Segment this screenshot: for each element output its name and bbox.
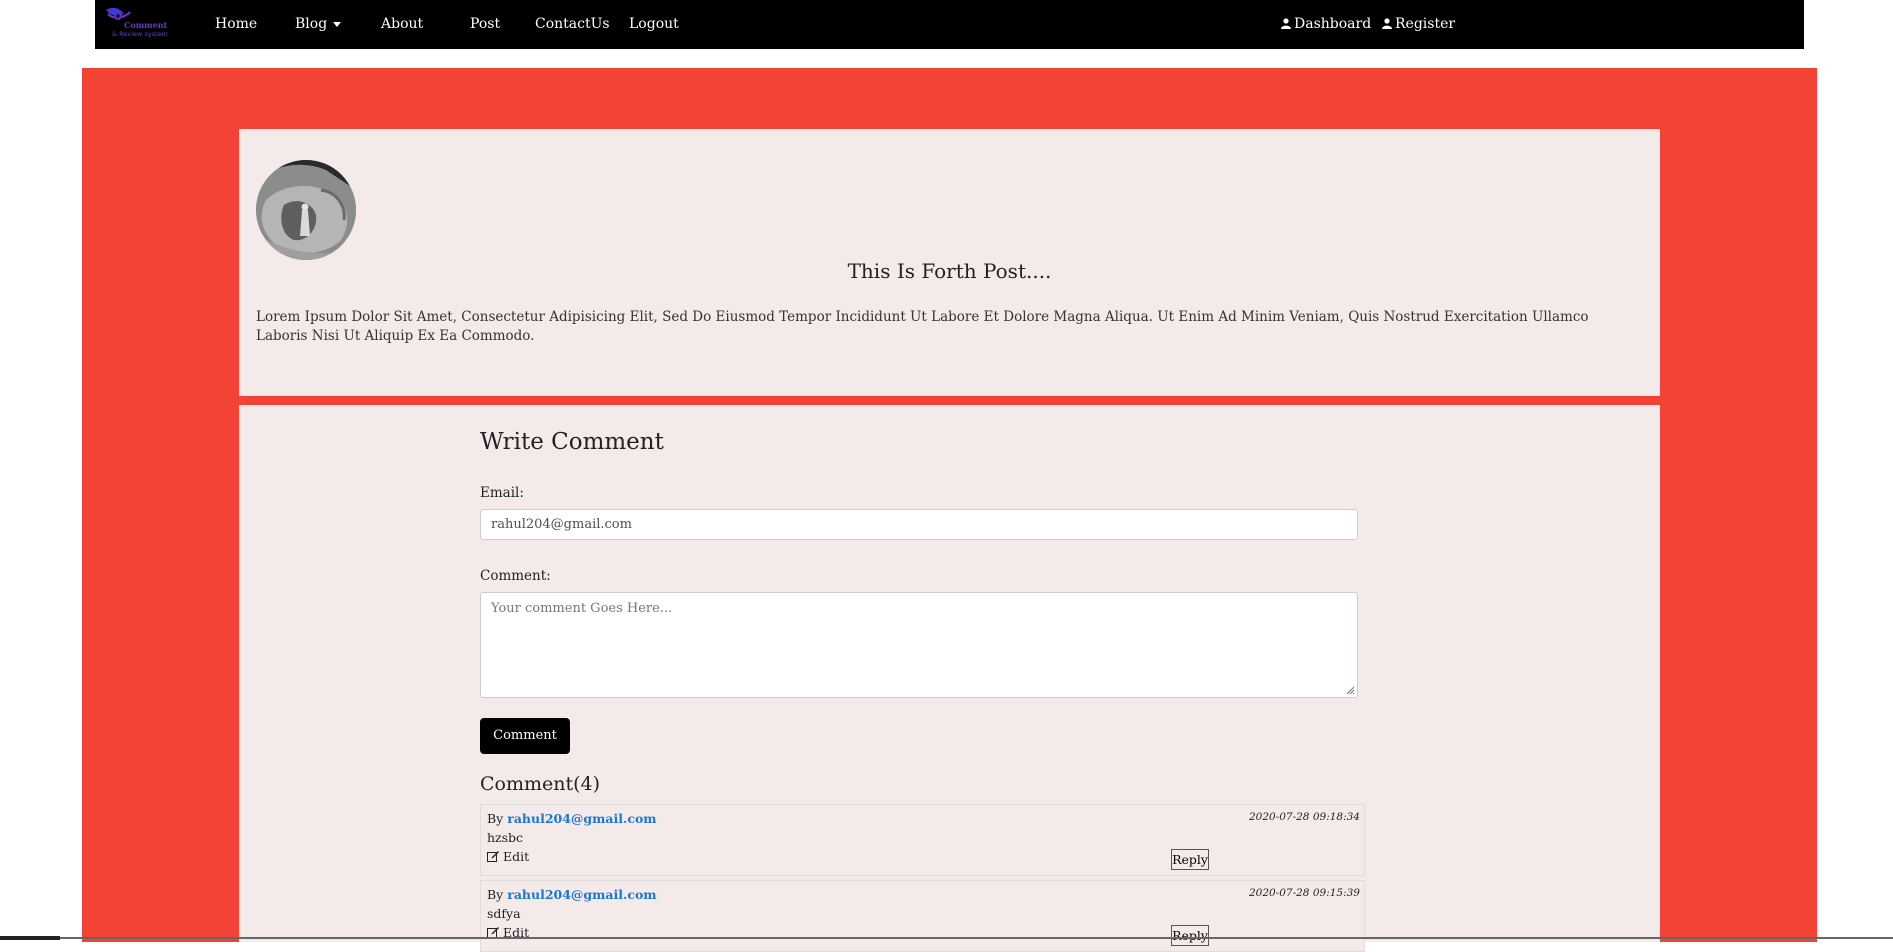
edit-label: Edit	[503, 849, 530, 864]
nav-contactus-label: ContactUs	[535, 16, 610, 32]
post-image	[256, 160, 356, 260]
nav-post[interactable]: Post	[470, 0, 500, 49]
email-label: Email:	[480, 485, 524, 501]
comments-count-heading: Comment(4)	[480, 773, 601, 795]
comment-placeholder: Your comment Goes Here...	[491, 601, 673, 616]
post-body: Lorem Ipsum Dolor Sit Amet, Consectetur …	[256, 309, 1589, 344]
user-icon	[1382, 18, 1392, 29]
nav-about-label: About	[381, 16, 424, 32]
comment-label: Comment:	[480, 568, 551, 584]
comment-author-link[interactable]: rahul204@gmail.com	[507, 887, 656, 902]
edit-icon	[487, 851, 499, 862]
by-label: By	[487, 811, 504, 826]
horizontal-scrollbar[interactable]	[0, 937, 1893, 939]
nav-logout-label: Logout	[629, 16, 679, 32]
comment-textarea[interactable]: Your comment Goes Here...	[480, 592, 1358, 698]
submit-comment-button[interactable]: Comment	[480, 718, 570, 754]
nav-dashboard[interactable]: Dashboard	[1281, 0, 1371, 49]
post-title: This Is Forth Post....	[847, 259, 1052, 283]
nav-register-label: Register	[1395, 16, 1456, 32]
post-card: This Is Forth Post.... Lorem Ipsum Dolor…	[239, 129, 1660, 396]
comment-date: 2020-07-28 09:18:34	[1248, 811, 1360, 823]
nav-register[interactable]: Register	[1382, 0, 1455, 49]
edit-comment-link[interactable]: Edit	[487, 849, 529, 864]
svg-text:Comment: Comment	[124, 20, 168, 30]
comment-author-line: By rahul204@gmail.com	[487, 887, 657, 902]
nav-logout[interactable]: Logout	[629, 0, 679, 49]
comment-author-link[interactable]: rahul204@gmail.com	[507, 811, 656, 826]
comment-author-line: By rahul204@gmail.com	[487, 811, 657, 826]
nav-home[interactable]: Home	[215, 0, 257, 49]
caret-down-icon	[333, 21, 342, 27]
write-comment-heading: Write Comment	[480, 429, 664, 455]
user-icon	[1281, 18, 1291, 29]
nav-home-label: Home	[215, 16, 258, 32]
nav-dashboard-label: Dashboard	[1294, 16, 1372, 32]
top-navbar: Comment & Review system Home Blog About …	[95, 0, 1804, 49]
reply-button[interactable]: Reply	[1171, 849, 1209, 870]
comment-date: 2020-07-28 09:15:39	[1248, 887, 1360, 899]
scrollbar-thumb[interactable]	[0, 936, 60, 940]
nav-post-label: Post	[470, 16, 501, 32]
nav-blog-label: Blog	[295, 16, 328, 32]
comment-text: sdfya	[487, 906, 521, 921]
svg-text:& Review system: & Review system	[112, 30, 168, 38]
nav-blog-dropdown[interactable]: Blog	[295, 0, 342, 49]
nav-about[interactable]: About	[381, 0, 423, 49]
nav-contactus[interactable]: ContactUs	[535, 0, 610, 49]
comment-panel: Write Comment Email: rahul204@gmail.com …	[239, 405, 1660, 952]
resize-grip-icon[interactable]	[1346, 686, 1355, 695]
comment-item: By rahul204@gmail.com 2020-07-28 09:15:3…	[480, 880, 1365, 952]
site-logo[interactable]: Comment & Review system	[102, 4, 178, 42]
comment-text: hzsbc	[487, 830, 524, 845]
comment-item: By rahul204@gmail.com 2020-07-28 09:18:3…	[480, 804, 1365, 876]
reply-button[interactable]: Reply	[1171, 925, 1209, 946]
by-label: By	[487, 887, 504, 902]
email-field[interactable]: rahul204@gmail.com	[480, 509, 1358, 540]
